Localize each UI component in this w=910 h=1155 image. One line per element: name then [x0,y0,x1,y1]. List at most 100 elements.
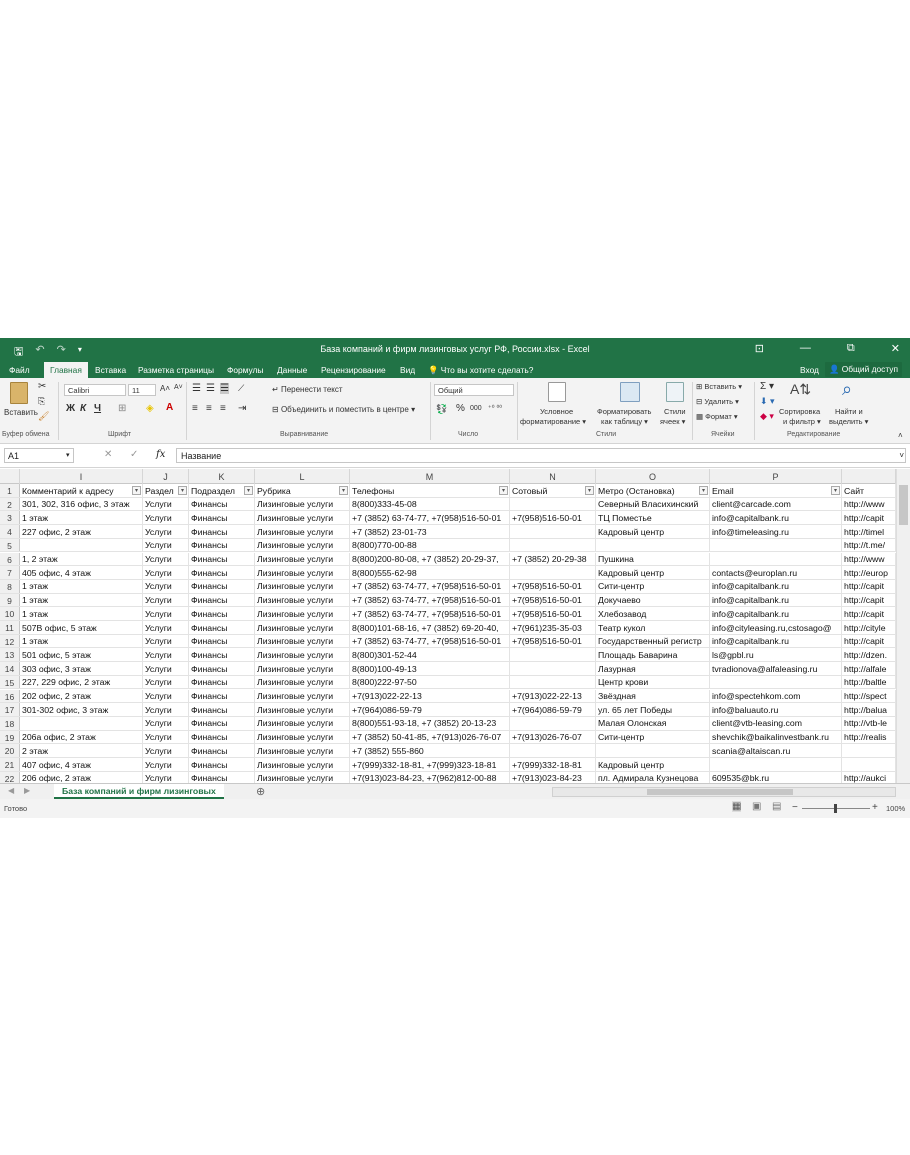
table-cell[interactable]: Услуги [143,621,189,634]
table-cell[interactable] [510,744,596,757]
table-cell[interactable] [710,552,842,566]
table-cell[interactable]: +7 (3852) 50-41-85, +7(913)026-76-07 [350,730,510,744]
table-cell[interactable]: Лизинговые услуги [255,662,350,675]
table-cell[interactable] [510,716,596,730]
find-select-label-1[interactable]: Найти и [835,407,863,416]
table-cell[interactable]: http://baltle [842,675,896,689]
row-number[interactable]: 21 [0,758,20,771]
table-cell[interactable]: Услуги [143,675,189,689]
table-cell[interactable]: 8(800)200-80-08, +7 (3852) 20-29-37, [350,552,510,566]
scroll-tabs-right-icon[interactable]: ▶ [24,786,30,795]
row-number[interactable]: 11 [0,621,20,634]
table-cell[interactable]: Северный Власихинский [596,497,710,511]
filter-dropdown-icon[interactable]: ▾ [178,486,187,495]
table-cell[interactable]: Услуги [143,497,189,511]
shrink-font-icon[interactable]: A˅ [174,384,183,391]
insert-function-icon[interactable]: fx [156,449,165,460]
table-cell[interactable]: 301-302 офис, 3 этаж [20,703,143,716]
copy-icon[interactable]: ⎘ [38,396,45,407]
header-cell[interactable]: Сайт [842,484,896,497]
table-cell[interactable]: info@baluauto.ru [710,703,842,716]
row-number[interactable]: 4 [0,525,20,538]
table-cell[interactable]: +7(913)026-76-07 [510,730,596,744]
tab-home[interactable]: Главная [44,362,88,378]
header-cell[interactable]: Комментарий к адресу ▾ [20,484,143,497]
table-cell[interactable]: Хлебозавод [596,607,710,620]
table-cell[interactable]: Кадровый центр [596,566,710,579]
table-cell[interactable]: Лизинговые услуги [255,621,350,634]
table-cell[interactable]: Лизинговые услуги [255,689,350,703]
table-cell[interactable]: +7(913)023-84-23, +7(962)812-00-88 [350,771,510,783]
column-header[interactable]: J [143,469,189,484]
table-cell[interactable]: Услуги [143,758,189,771]
table-cell[interactable]: Лизинговые услуги [255,758,350,771]
row-number[interactable]: 18 [0,716,20,730]
header-cell[interactable]: Метро (Остановка) ▾ [596,484,710,497]
table-cell[interactable]: Пушкина [596,552,710,566]
table-cell[interactable]: http://dzen. [842,648,896,662]
table-cell[interactable]: 202 офис, 2 этаж [20,689,143,703]
table-cell[interactable]: +7 (3852) 63-74-77, +7(958)516-50-01 [350,634,510,648]
table-cell[interactable] [710,675,842,689]
table-cell[interactable] [510,648,596,662]
name-box-dropdown-icon[interactable]: ▾ [66,451,70,459]
font-color-icon[interactable]: A [166,402,173,413]
table-cell[interactable]: Финансы [189,579,255,593]
table-cell[interactable]: Финансы [189,771,255,783]
table-cell[interactable]: client@carcade.com [710,497,842,511]
table-cell[interactable] [510,566,596,579]
table-cell[interactable]: Услуги [143,703,189,716]
table-cell[interactable] [710,538,842,552]
table-cell[interactable]: +7(999)332-18-81, +7(999)323-18-81 [350,758,510,771]
formula-input[interactable]: Название [176,448,906,463]
table-cell[interactable]: http://timel [842,525,896,538]
table-cell[interactable]: Лизинговые услуги [255,497,350,511]
row-number[interactable]: 3 [0,511,20,525]
filter-dropdown-icon[interactable]: ▾ [132,486,141,495]
filter-dropdown-icon[interactable]: ▾ [831,486,840,495]
sort-filter-label-2[interactable]: и фильтр ▾ [783,417,821,426]
ribbon-display-options-icon[interactable]: ⊡ [755,342,764,355]
table-cell[interactable]: +7 (3852) 555-860 [350,744,510,757]
fill-color-icon[interactable]: ◈ [146,403,154,414]
row-number[interactable]: 10 [0,607,20,620]
table-cell[interactable]: Финансы [189,675,255,689]
table-cell[interactable]: +7 (3852) 63-74-77, +7(958)516-50-01 [350,579,510,593]
column-header[interactable]: M [350,469,510,484]
table-cell[interactable]: Лизинговые услуги [255,648,350,662]
table-cell[interactable]: contacts@europlan.ru [710,566,842,579]
table-cell[interactable]: Финансы [189,744,255,757]
borders-icon[interactable]: ⊞ [118,403,126,414]
horizontal-scroll-thumb[interactable] [647,789,793,795]
table-cell[interactable]: 227 офис, 2 этаж [20,525,143,538]
row-number[interactable]: 1 [0,484,20,497]
column-header[interactable]: O [596,469,710,484]
table-cell[interactable]: Услуги [143,552,189,566]
sort-filter-label-1[interactable]: Сортировка [779,407,820,416]
table-cell[interactable]: Площадь Баварина [596,648,710,662]
table-cell[interactable]: http://capit [842,593,896,607]
table-cell[interactable]: 8(800)101-68-16, +7 (3852) 69-20-40, [350,621,510,634]
table-cell[interactable]: 8(800)551-93-18, +7 (3852) 20-13-23 [350,716,510,730]
table-cell[interactable]: +7(913)023-84-23 [510,771,596,783]
table-cell[interactable]: +7(964)086-59-79 [350,703,510,716]
table-cell[interactable]: info@cityleasing.ru,cstosago@ [710,621,842,634]
column-header[interactable]: P [710,469,842,484]
table-cell[interactable]: Малая Олонская [596,716,710,730]
row-number[interactable]: 9 [0,593,20,607]
table-cell[interactable]: Услуги [143,648,189,662]
table-cell[interactable]: +7(958)516-50-01 [510,579,596,593]
cut-icon[interactable]: ✂ [38,381,46,392]
table-cell[interactable]: Услуги [143,525,189,538]
delete-cells-button[interactable]: ⊟ Удалить ▾ [696,397,739,406]
align-right-icon[interactable]: ≡ [220,403,226,414]
row-number[interactable]: 7 [0,566,20,579]
table-cell[interactable]: 501 офис, 5 этаж [20,648,143,662]
table-cell[interactable]: Звёздная [596,689,710,703]
conditional-format-icon[interactable] [548,382,566,402]
table-cell[interactable]: tvradionova@alfaleasing.ru [710,662,842,675]
table-cell[interactable]: +7(913)022-22-13 [510,689,596,703]
row-number[interactable]: 12 [0,634,20,648]
table-cell[interactable]: Услуги [143,662,189,675]
table-cell[interactable]: +7 (3852) 63-74-77, +7(958)516-50-01 [350,511,510,525]
